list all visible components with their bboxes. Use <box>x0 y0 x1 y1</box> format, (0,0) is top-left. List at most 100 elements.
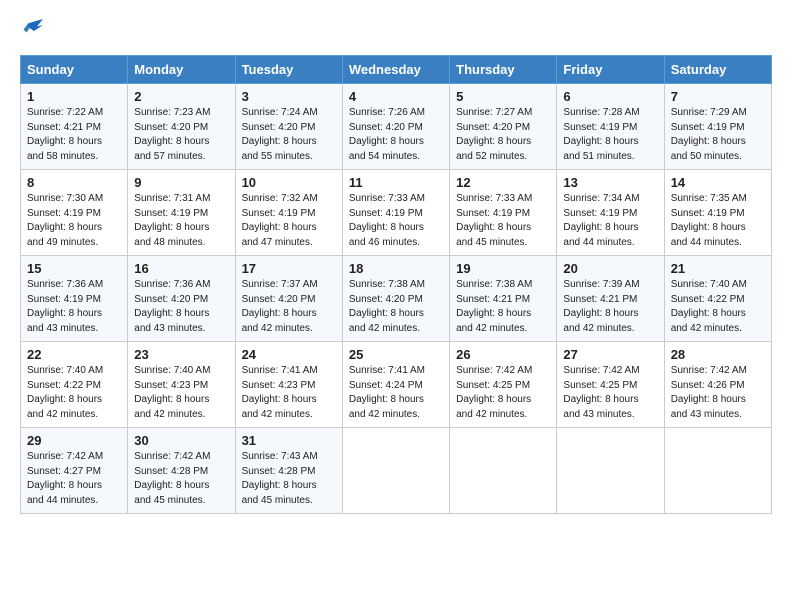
day-info: Sunrise: 7:29 AMSunset: 4:19 PMDaylight:… <box>671 107 747 162</box>
day-info: Sunrise: 7:40 AMSunset: 4:23 PMDaylight:… <box>134 365 210 420</box>
logo-bird-icon <box>22 16 46 40</box>
day-info: Sunrise: 7:42 AMSunset: 4:25 PMDaylight:… <box>563 365 639 420</box>
day-info: Sunrise: 7:24 AMSunset: 4:20 PMDaylight:… <box>242 107 318 162</box>
calendar-cell: 5Sunrise: 7:27 AMSunset: 4:20 PMDaylight… <box>450 84 557 170</box>
calendar-week-row: 22 Sunrise: 7:40 AMSunset: 4:22 PMDayligh… <box>21 342 772 428</box>
calendar-cell: 1Sunrise: 7:22 AMSunset: 4:21 PMDaylight… <box>21 84 128 170</box>
calendar-table: SundayMondayTuesdayWednesdayThursdayFrid… <box>20 55 772 514</box>
day-info: Sunrise: 7:36 AMSunset: 4:20 PMDaylight:… <box>134 279 210 334</box>
calendar-cell: 18 Sunrise: 7:38 AMSunset: 4:20 PMDayligh… <box>342 256 449 342</box>
day-info: Sunrise: 7:23 AMSunset: 4:20 PMDaylight:… <box>134 107 210 162</box>
calendar-cell: 24 Sunrise: 7:41 AMSunset: 4:23 PMDayligh… <box>235 342 342 428</box>
calendar-header-sunday: Sunday <box>21 56 128 84</box>
day-number: 19 <box>456 261 550 276</box>
day-number: 14 <box>671 175 765 190</box>
day-info: Sunrise: 7:31 AMSunset: 4:19 PMDaylight:… <box>134 193 210 248</box>
day-number: 28 <box>671 347 765 362</box>
calendar-cell <box>557 428 664 514</box>
day-info: Sunrise: 7:39 AMSunset: 4:21 PMDaylight:… <box>563 279 639 334</box>
calendar-cell: 20 Sunrise: 7:39 AMSunset: 4:21 PMDayligh… <box>557 256 664 342</box>
day-info: Sunrise: 7:42 AMSunset: 4:28 PMDaylight:… <box>134 451 210 506</box>
calendar-cell: 14 Sunrise: 7:35 AMSunset: 4:19 PMDayligh… <box>664 170 771 256</box>
calendar-cell: 19 Sunrise: 7:38 AMSunset: 4:21 PMDayligh… <box>450 256 557 342</box>
day-number: 23 <box>134 347 228 362</box>
day-number: 2 <box>134 89 228 104</box>
calendar-cell: 27 Sunrise: 7:42 AMSunset: 4:25 PMDayligh… <box>557 342 664 428</box>
calendar-cell: 25 Sunrise: 7:41 AMSunset: 4:24 PMDayligh… <box>342 342 449 428</box>
day-number: 8 <box>27 175 121 190</box>
calendar-cell: 17Sunrise: 7:37 AMSunset: 4:20 PMDayligh… <box>235 256 342 342</box>
calendar-cell: 16 Sunrise: 7:36 AMSunset: 4:20 PMDayligh… <box>128 256 235 342</box>
calendar-cell: 29 Sunrise: 7:42 AMSunset: 4:27 PMDayligh… <box>21 428 128 514</box>
day-number: 15 <box>27 261 121 276</box>
day-number: 25 <box>349 347 443 362</box>
calendar-cell: 12 Sunrise: 7:33 AMSunset: 4:19 PMDayligh… <box>450 170 557 256</box>
day-number: 17 <box>242 261 336 276</box>
calendar-week-row: 29 Sunrise: 7:42 AMSunset: 4:27 PMDayligh… <box>21 428 772 514</box>
calendar-cell: 31 Sunrise: 7:43 AMSunset: 4:28 PMDayligh… <box>235 428 342 514</box>
day-number: 11 <box>349 175 443 190</box>
day-info: Sunrise: 7:42 AMSunset: 4:26 PMDaylight:… <box>671 365 747 420</box>
day-info: Sunrise: 7:26 AMSunset: 4:20 PMDaylight:… <box>349 107 425 162</box>
day-number: 21 <box>671 261 765 276</box>
calendar-cell: 23 Sunrise: 7:40 AMSunset: 4:23 PMDayligh… <box>128 342 235 428</box>
day-info: Sunrise: 7:38 AMSunset: 4:21 PMDaylight:… <box>456 279 532 334</box>
day-number: 26 <box>456 347 550 362</box>
calendar-header-tuesday: Tuesday <box>235 56 342 84</box>
calendar-cell: 30 Sunrise: 7:42 AMSunset: 4:28 PMDayligh… <box>128 428 235 514</box>
calendar-header-friday: Friday <box>557 56 664 84</box>
calendar-cell: 4Sunrise: 7:26 AMSunset: 4:20 PMDaylight… <box>342 84 449 170</box>
calendar-cell: 26 Sunrise: 7:42 AMSunset: 4:25 PMDayligh… <box>450 342 557 428</box>
calendar-header-thursday: Thursday <box>450 56 557 84</box>
calendar-cell: 6 Sunrise: 7:28 AMSunset: 4:19 PMDaylight… <box>557 84 664 170</box>
day-info: Sunrise: 7:28 AMSunset: 4:19 PMDaylight:… <box>563 107 639 162</box>
day-info: Sunrise: 7:40 AMSunset: 4:22 PMDaylight:… <box>27 365 103 420</box>
day-info: Sunrise: 7:41 AMSunset: 4:24 PMDaylight:… <box>349 365 425 420</box>
day-info: Sunrise: 7:40 AMSunset: 4:22 PMDaylight:… <box>671 279 747 334</box>
day-number: 24 <box>242 347 336 362</box>
calendar-header-row: SundayMondayTuesdayWednesdayThursdayFrid… <box>21 56 772 84</box>
calendar-cell <box>342 428 449 514</box>
day-info: Sunrise: 7:33 AMSunset: 4:19 PMDaylight:… <box>349 193 425 248</box>
calendar-cell: 10Sunrise: 7:32 AMSunset: 4:19 PMDayligh… <box>235 170 342 256</box>
calendar-cell <box>450 428 557 514</box>
day-info: Sunrise: 7:42 AMSunset: 4:25 PMDaylight:… <box>456 365 532 420</box>
day-info: Sunrise: 7:42 AMSunset: 4:27 PMDaylight:… <box>27 451 103 506</box>
day-number: 18 <box>349 261 443 276</box>
day-info: Sunrise: 7:33 AMSunset: 4:19 PMDaylight:… <box>456 193 532 248</box>
day-number: 31 <box>242 433 336 448</box>
calendar-cell: 28 Sunrise: 7:42 AMSunset: 4:26 PMDayligh… <box>664 342 771 428</box>
calendar-header-monday: Monday <box>128 56 235 84</box>
day-info: Sunrise: 7:41 AMSunset: 4:23 PMDaylight:… <box>242 365 318 420</box>
calendar-cell: 8 Sunrise: 7:30 AMSunset: 4:19 PMDaylight… <box>21 170 128 256</box>
calendar-cell: 22 Sunrise: 7:40 AMSunset: 4:22 PMDayligh… <box>21 342 128 428</box>
day-number: 9 <box>134 175 228 190</box>
calendar-week-row: 8 Sunrise: 7:30 AMSunset: 4:19 PMDaylight… <box>21 170 772 256</box>
logo <box>20 16 48 45</box>
day-number: 7 <box>671 89 765 104</box>
day-number: 27 <box>563 347 657 362</box>
calendar-week-row: 1Sunrise: 7:22 AMSunset: 4:21 PMDaylight… <box>21 84 772 170</box>
day-info: Sunrise: 7:32 AMSunset: 4:19 PMDaylight:… <box>242 193 318 248</box>
day-number: 29 <box>27 433 121 448</box>
day-info: Sunrise: 7:38 AMSunset: 4:20 PMDaylight:… <box>349 279 425 334</box>
day-info: Sunrise: 7:27 AMSunset: 4:20 PMDaylight:… <box>456 107 532 162</box>
day-number: 20 <box>563 261 657 276</box>
day-number: 22 <box>27 347 121 362</box>
day-number: 16 <box>134 261 228 276</box>
calendar-cell: 3 Sunrise: 7:24 AMSunset: 4:20 PMDaylight… <box>235 84 342 170</box>
day-number: 30 <box>134 433 228 448</box>
day-number: 12 <box>456 175 550 190</box>
calendar-cell: 21 Sunrise: 7:40 AMSunset: 4:22 PMDayligh… <box>664 256 771 342</box>
day-number: 3 <box>242 89 336 104</box>
calendar-cell: 9 Sunrise: 7:31 AMSunset: 4:19 PMDaylight… <box>128 170 235 256</box>
day-info: Sunrise: 7:43 AMSunset: 4:28 PMDaylight:… <box>242 451 318 506</box>
calendar-cell <box>664 428 771 514</box>
day-info: Sunrise: 7:30 AMSunset: 4:19 PMDaylight:… <box>27 193 103 248</box>
day-info: Sunrise: 7:35 AMSunset: 4:19 PMDaylight:… <box>671 193 747 248</box>
day-number: 1 <box>27 89 121 104</box>
calendar-cell: 15Sunrise: 7:36 AMSunset: 4:19 PMDayligh… <box>21 256 128 342</box>
calendar-header-saturday: Saturday <box>664 56 771 84</box>
calendar-week-row: 15Sunrise: 7:36 AMSunset: 4:19 PMDayligh… <box>21 256 772 342</box>
day-number: 6 <box>563 89 657 104</box>
